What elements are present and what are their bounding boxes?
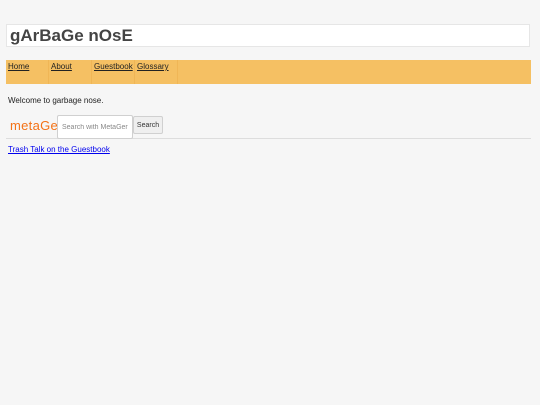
nav-link-about[interactable]: About <box>51 62 72 72</box>
nav-item-home: Home <box>6 60 49 84</box>
search-input[interactable] <box>57 115 133 139</box>
welcome-text: Welcome to garbage nose. <box>8 96 104 105</box>
metager-logo[interactable]: metaGer <box>10 118 63 133</box>
main-navigation: Home About Guestbook Glossary <box>6 60 531 84</box>
nav-item-guestbook: Guestbook <box>92 60 135 84</box>
nav-link-guestbook[interactable]: Guestbook <box>94 62 133 72</box>
search-button[interactable]: Search <box>133 116 163 134</box>
nav-link-glossary[interactable]: Glossary <box>137 62 169 72</box>
nav-item-about: About <box>49 60 92 84</box>
site-header: gArBaGe nOsE <box>6 24 530 47</box>
metager-search-form: metaGer Search <box>6 114 531 139</box>
nav-item-glossary: Glossary <box>135 60 178 84</box>
nav-link-home[interactable]: Home <box>8 62 29 72</box>
guestbook-link[interactable]: Trash Talk on the Guestbook <box>8 145 110 155</box>
site-title: gArBaGe nOsE <box>10 26 133 45</box>
